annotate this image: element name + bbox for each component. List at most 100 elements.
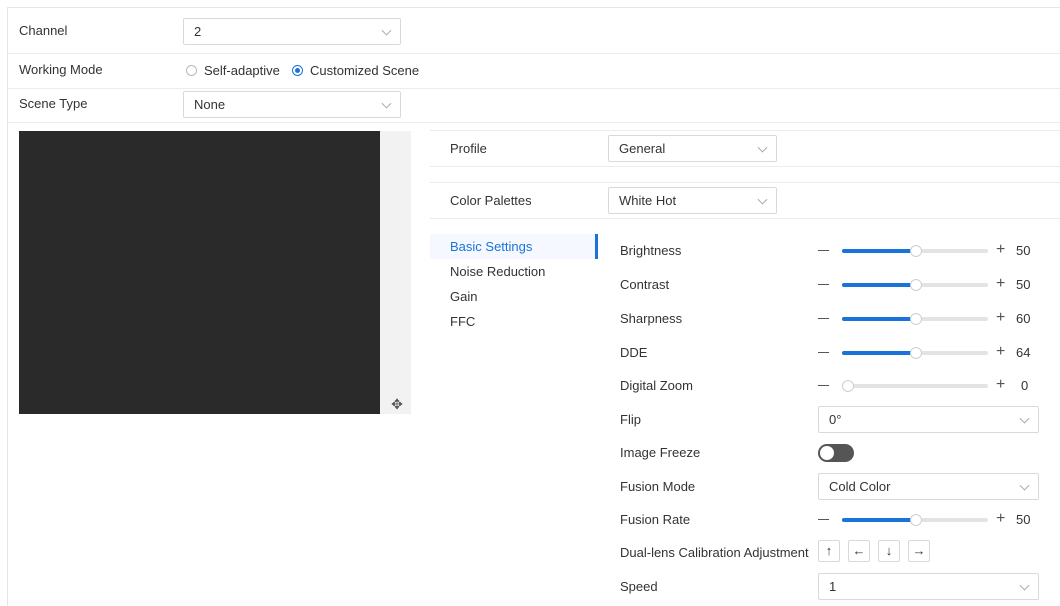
channel-select[interactable]: 2 bbox=[183, 18, 401, 45]
slider-fill bbox=[842, 317, 915, 321]
chevron-down-icon bbox=[1019, 480, 1030, 491]
plus-icon[interactable]: + bbox=[996, 310, 1005, 326]
nav-item-gain[interactable]: Gain bbox=[430, 284, 598, 309]
self-adaptive-label: Self-adaptive bbox=[204, 63, 280, 78]
minus-icon[interactable] bbox=[818, 519, 829, 520]
brightness-value: 50 bbox=[1016, 243, 1031, 258]
fusion-mode-select[interactable]: Cold Color bbox=[818, 473, 1039, 500]
digital-zoom-value: 0 bbox=[1021, 378, 1029, 393]
image-freeze-label: Image Freeze bbox=[620, 445, 701, 460]
nav-item-noise-reduction[interactable]: Noise Reduction bbox=[430, 259, 598, 284]
arrow-down-button[interactable]: ↓ bbox=[878, 540, 900, 562]
arrow-left-button[interactable]: ← bbox=[848, 540, 870, 562]
slider-handle[interactable] bbox=[842, 380, 854, 392]
slider-handle[interactable] bbox=[910, 245, 922, 257]
slider-track[interactable] bbox=[842, 347, 988, 359]
slider-handle[interactable] bbox=[910, 279, 922, 291]
panel-top-border bbox=[7, 7, 1060, 8]
image-freeze-toggle[interactable] bbox=[818, 444, 854, 462]
scene-type-row: Scene Type bbox=[8, 88, 1060, 123]
plus-icon[interactable]: + bbox=[996, 276, 1005, 292]
video-preview bbox=[19, 131, 411, 414]
dde-setting: DDE + 64 bbox=[620, 336, 1060, 370]
arrow-up-button[interactable]: ↑ bbox=[818, 540, 840, 562]
channel-row: Channel bbox=[8, 16, 1060, 54]
plus-icon[interactable]: + bbox=[996, 511, 1005, 527]
radio-unchecked-icon bbox=[186, 65, 197, 76]
contrast-setting: Contrast + 50 bbox=[620, 268, 1060, 302]
sharpness-setting: Sharpness + 60 bbox=[620, 302, 1060, 336]
slider-fill bbox=[842, 283, 915, 287]
profile-label: Profile bbox=[450, 141, 487, 156]
speed-label: Speed bbox=[620, 579, 658, 594]
brightness-label: Brightness bbox=[620, 243, 682, 258]
profile-select[interactable]: General bbox=[608, 135, 777, 162]
image-freeze-setting: Image Freeze bbox=[620, 436, 1060, 470]
brightness-slider[interactable]: + 50 bbox=[818, 234, 1042, 268]
slider-fill bbox=[842, 351, 915, 355]
slider-track[interactable] bbox=[842, 380, 988, 392]
move-crosshair-icon[interactable]: ✥ bbox=[389, 396, 405, 412]
slider-track[interactable] bbox=[842, 245, 988, 257]
fusion-rate-slider[interactable]: + 50 bbox=[818, 503, 1042, 537]
slider-track[interactable] bbox=[842, 279, 988, 291]
dde-label: DDE bbox=[620, 345, 648, 360]
thermal-video-feed[interactable] bbox=[19, 131, 380, 414]
sharpness-label: Sharpness bbox=[620, 311, 683, 326]
dual-lens-arrow-group: ↑ ← ↓ → bbox=[818, 540, 930, 562]
minus-icon[interactable] bbox=[818, 250, 829, 251]
chevron-down-icon bbox=[1019, 413, 1030, 424]
sharpness-slider[interactable]: + 60 bbox=[818, 302, 1042, 336]
minus-icon[interactable] bbox=[818, 352, 829, 353]
customized-scene-label: Customized Scene bbox=[310, 63, 420, 78]
flip-value: 0° bbox=[829, 412, 842, 427]
minus-icon[interactable] bbox=[818, 284, 829, 285]
dual-lens-setting: Dual-lens Calibration Adjustment ↑ ← ↓ → bbox=[620, 536, 1060, 570]
plus-icon[interactable]: + bbox=[996, 344, 1005, 360]
channel-label: Channel bbox=[19, 23, 68, 38]
radio-checked-icon bbox=[292, 65, 303, 76]
plus-icon[interactable]: + bbox=[996, 242, 1005, 258]
slider-fill bbox=[842, 518, 915, 522]
self-adaptive-radio[interactable]: Self-adaptive bbox=[186, 63, 280, 78]
minus-icon[interactable] bbox=[818, 318, 829, 319]
color-palettes-label: Color Palettes bbox=[450, 193, 532, 208]
slider-handle[interactable] bbox=[910, 347, 922, 359]
minus-icon[interactable] bbox=[818, 385, 829, 386]
digital-zoom-slider[interactable]: + 0 bbox=[818, 369, 1042, 403]
nav-item-ffc[interactable]: FFC bbox=[430, 309, 598, 334]
speed-value: 1 bbox=[829, 579, 837, 594]
working-mode-label: Working Mode bbox=[19, 62, 103, 77]
fusion-mode-label: Fusion Mode bbox=[620, 479, 696, 494]
slider-fill bbox=[842, 249, 915, 253]
speed-select[interactable]: 1 bbox=[818, 573, 1039, 600]
scene-type-value: None bbox=[194, 97, 226, 112]
plus-icon[interactable]: + bbox=[996, 377, 1005, 393]
chevron-down-icon bbox=[381, 98, 392, 109]
settings-nav: Basic Settings Noise Reduction Gain FFC bbox=[430, 234, 598, 334]
color-palettes-value: White Hot bbox=[619, 193, 677, 208]
arrow-right-button[interactable]: → bbox=[908, 540, 930, 562]
chevron-down-icon bbox=[757, 194, 768, 205]
scene-type-select[interactable]: None bbox=[183, 91, 401, 118]
slider-track[interactable] bbox=[842, 313, 988, 325]
customized-scene-radio[interactable]: Customized Scene bbox=[292, 63, 419, 78]
flip-label: Flip bbox=[620, 412, 641, 427]
slider-track[interactable] bbox=[842, 514, 988, 526]
contrast-label: Contrast bbox=[620, 277, 670, 292]
flip-select[interactable]: 0° bbox=[818, 406, 1039, 433]
digital-zoom-label: Digital Zoom bbox=[620, 378, 693, 393]
chevron-down-icon bbox=[1019, 580, 1030, 591]
working-mode-row: Working Mode bbox=[8, 53, 1060, 89]
toggle-knob bbox=[820, 446, 834, 460]
brightness-setting: Brightness + 50 bbox=[620, 234, 1060, 268]
slider-handle[interactable] bbox=[910, 313, 922, 325]
slider-handle[interactable] bbox=[910, 514, 922, 526]
dual-lens-label: Dual-lens Calibration Adjustment bbox=[620, 545, 809, 560]
contrast-slider[interactable]: + 50 bbox=[818, 268, 1042, 302]
nav-item-basic-settings[interactable]: Basic Settings bbox=[430, 234, 598, 259]
fusion-rate-value: 50 bbox=[1016, 512, 1031, 527]
color-palettes-select[interactable]: White Hot bbox=[608, 187, 777, 214]
dde-slider[interactable]: + 64 bbox=[818, 336, 1042, 370]
chevron-down-icon bbox=[757, 142, 768, 153]
